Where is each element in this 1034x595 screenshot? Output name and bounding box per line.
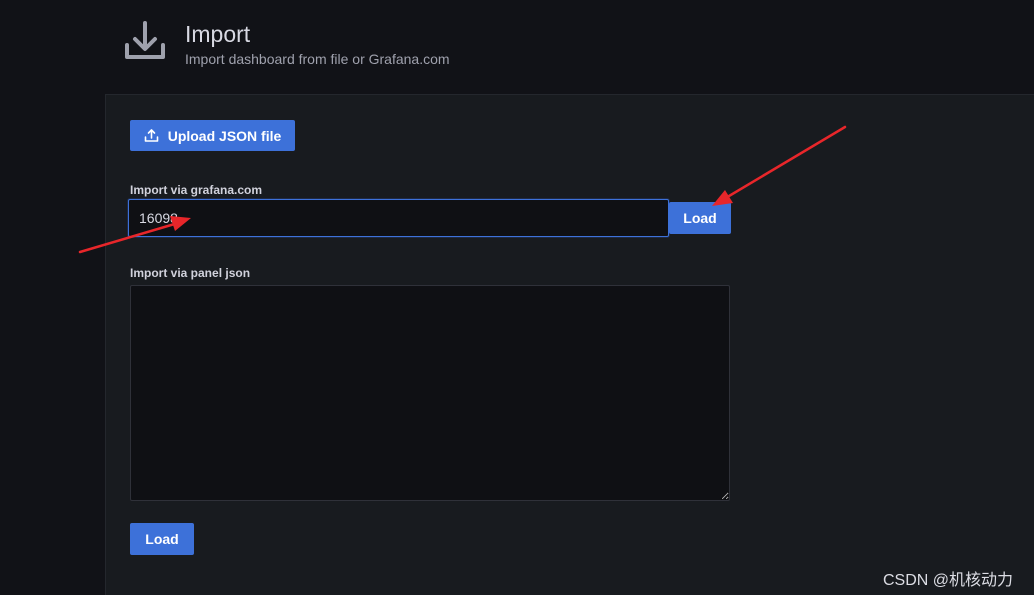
watermark: CSDN @机核动力 bbox=[883, 572, 1014, 589]
panel-json-load-button[interactable]: Load bbox=[130, 523, 194, 555]
grafana-com-input[interactable] bbox=[128, 199, 669, 237]
page-title: Import bbox=[185, 21, 251, 47]
import-page: Import Import dashboard from file or Gra… bbox=[0, 0, 1034, 595]
page-subtitle: Import dashboard from file or Grafana.co… bbox=[185, 51, 450, 67]
grafana-com-label: Import via grafana.com bbox=[130, 183, 263, 197]
upload-json-button[interactable]: Upload JSON file bbox=[130, 120, 295, 151]
page-header: Import Import dashboard from file or Gra… bbox=[0, 0, 1034, 94]
upload-json-label: Upload JSON file bbox=[167, 127, 282, 144]
import-content-panel: Upload JSON file Import via grafana.com … bbox=[105, 94, 1034, 595]
download-icon bbox=[125, 21, 165, 59]
panel-json-textarea[interactable] bbox=[130, 285, 730, 501]
panel-json-label: Import via panel json bbox=[130, 266, 251, 280]
grafana-com-load-button[interactable]: Load bbox=[669, 202, 731, 234]
upload-icon bbox=[144, 129, 159, 142]
